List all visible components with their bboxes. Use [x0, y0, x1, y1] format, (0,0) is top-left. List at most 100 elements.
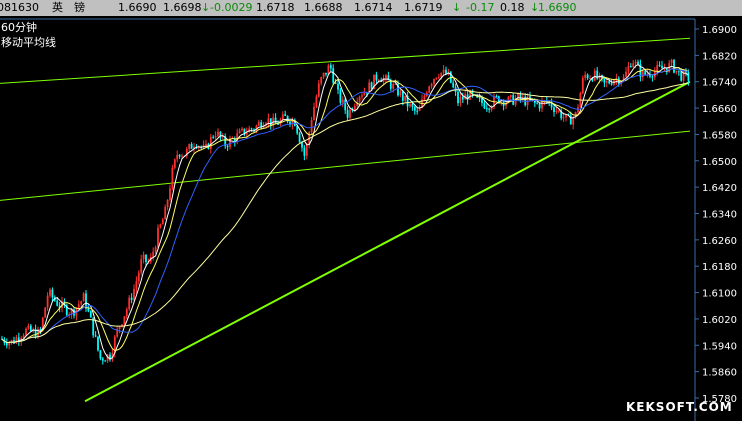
candle-body: [358, 96, 361, 103]
candle-body: [610, 83, 613, 85]
y-tick-label: 1.6660: [702, 104, 737, 115]
candle-body: [442, 69, 445, 73]
candle-body: [44, 307, 47, 318]
candle-body: [392, 83, 395, 89]
trendlines: [0, 37, 691, 403]
candle-body: [641, 71, 644, 78]
y-tick-label: 1.6580: [702, 130, 737, 141]
candle-body: [190, 144, 193, 149]
candle-body: [269, 118, 272, 126]
candle-body: [322, 72, 325, 78]
candle-body: [644, 71, 647, 75]
candle-body: [29, 325, 32, 332]
candle-body: [461, 96, 464, 100]
candle-body: [670, 60, 673, 64]
candle-body: [101, 358, 104, 361]
candle-body: [637, 61, 639, 65]
candle-body: [495, 96, 498, 98]
y-tick-label: 1.6740: [702, 78, 737, 89]
candle-body: [581, 77, 584, 94]
candle-body: [49, 289, 51, 296]
candle-body: [5, 342, 8, 346]
candle-body: [157, 227, 159, 248]
candle-body: [137, 272, 140, 282]
candle-body: [257, 122, 260, 126]
candle-body: [178, 154, 181, 157]
y-tick-label: 1.6260: [702, 236, 737, 247]
indicator-label: 移动平均线: [1, 36, 56, 49]
candle-body: [485, 108, 488, 110]
candle-body: [94, 335, 97, 337]
candle-body: [651, 76, 654, 78]
candle-body: [344, 99, 347, 111]
candle-body: [310, 119, 313, 133]
candle-body: [135, 281, 138, 289]
candle-body: [627, 66, 630, 72]
candle-body: [313, 106, 315, 120]
candle-body: [250, 128, 253, 130]
candle-body: [332, 68, 335, 83]
candle-body: [538, 103, 541, 109]
candle-body: [435, 77, 438, 79]
candle-body: [375, 74, 378, 81]
candle-body: [687, 72, 690, 81]
candle-body: [87, 308, 90, 312]
candle-body: [488, 108, 491, 110]
price-axis: 1.6900 1.6820 1.6740 1.6660 1.6580 1.6500 1.64…: [695, 25, 737, 405]
candle-body: [169, 188, 171, 201]
candle-body: [370, 82, 373, 90]
candle-body: [80, 301, 83, 305]
candle-body: [25, 328, 27, 336]
candle-body: [385, 75, 387, 79]
candlestick-chart[interactable]: 1.6900 1.6820 1.6740 1.6660 1.6580 1.6500 1.64…: [0, 0, 742, 421]
lower-channel-line: [0, 130, 691, 201]
candle-body: [562, 117, 565, 119]
candle-body: [404, 95, 407, 101]
candle-body: [361, 95, 363, 97]
candle-body: [226, 146, 229, 148]
candle-body: [212, 136, 215, 138]
candle-body: [56, 300, 59, 306]
candle-body: [104, 360, 107, 362]
candle-body: [457, 91, 459, 104]
period-label: 60分钟: [1, 21, 37, 34]
candle-body: [541, 101, 543, 109]
candle-body: [152, 251, 155, 258]
candle-body: [557, 110, 560, 112]
candle-body: [341, 99, 344, 103]
candle-body: [142, 254, 145, 260]
candle-body: [593, 70, 596, 81]
candle-body: [675, 70, 678, 73]
y-tick-label: 1.6900: [702, 25, 737, 36]
y-tick-label: 1.6420: [702, 183, 737, 194]
y-tick-label: 1.6340: [702, 210, 737, 221]
candle-body: [125, 309, 128, 317]
candle-body: [399, 91, 402, 96]
candle-body: [303, 147, 306, 156]
candle-body: [661, 65, 663, 69]
candle-body: [171, 167, 174, 189]
candle-body: [51, 289, 54, 298]
candle-body: [164, 207, 167, 220]
candle-body: [209, 136, 212, 149]
candle-body: [339, 89, 342, 103]
candle-body: [478, 97, 481, 99]
candle-body: [99, 350, 102, 359]
candle-body: [437, 76, 440, 78]
candle-body: [89, 311, 92, 318]
candle-body: [145, 254, 147, 262]
candle-body: [241, 128, 243, 131]
y-tick-label: 1.6500: [702, 157, 737, 168]
candle-body: [188, 144, 191, 150]
y-tick-label: 1.6100: [702, 289, 737, 300]
candle-body: [97, 336, 99, 351]
candle-body: [317, 83, 320, 97]
candle-body: [413, 106, 416, 111]
candle-body: [238, 130, 241, 134]
candle-body: [27, 325, 30, 329]
candle-body: [634, 61, 637, 64]
candle-body: [430, 84, 433, 87]
y-tick-label: 1.5940: [702, 341, 737, 352]
y-tick-label: 1.6020: [702, 315, 737, 326]
candle-body: [173, 159, 176, 168]
